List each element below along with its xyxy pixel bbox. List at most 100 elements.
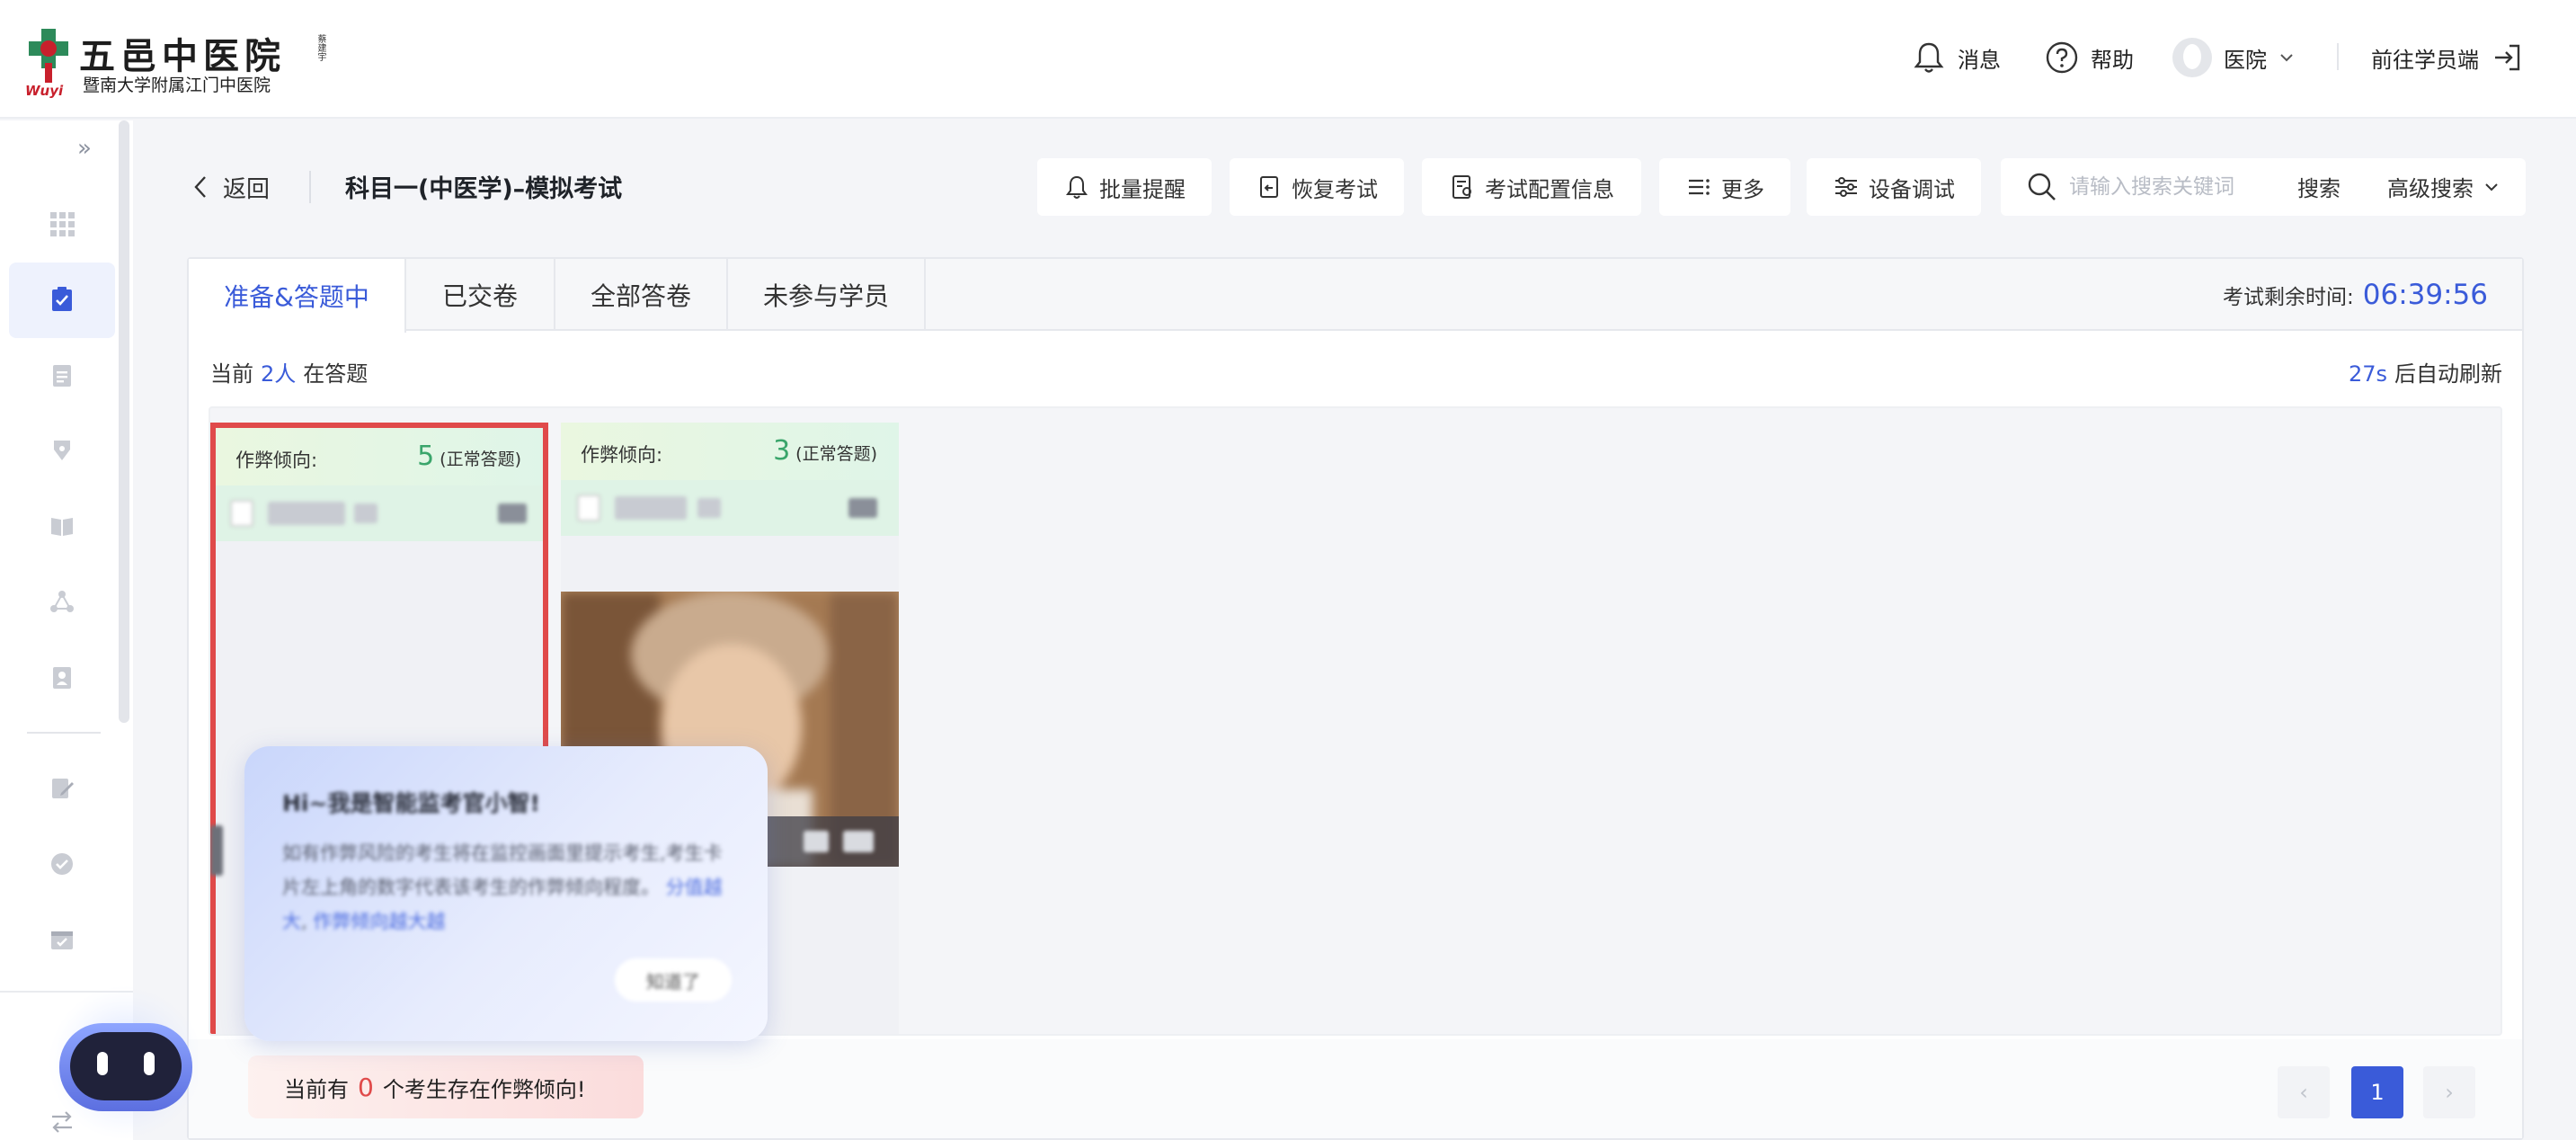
help-label: 帮助 — [2091, 47, 2134, 73]
chevron-down-icon — [2485, 183, 2498, 191]
camera-icon[interactable] — [848, 498, 877, 518]
logo-subtitle: 暨南大学附属江门中医院 — [83, 76, 271, 95]
cheat-score-value: 5 — [417, 441, 435, 472]
card-student-row — [216, 485, 543, 541]
status-suffix: 在答题 — [303, 361, 369, 387]
bottom-bar: 当前有 0 个考生存在作弊倾向! ‹ 1 › — [189, 1039, 2522, 1138]
sidebar-expand-icon[interactable]: » — [77, 135, 92, 162]
go-student-label: 前往学员端 — [2371, 47, 2479, 73]
status-count: 2人 — [261, 361, 297, 387]
tab-in-progress[interactable]: 准备&答题中 — [189, 259, 406, 333]
restore-icon — [1260, 176, 1278, 198]
top-header: 五邑中医院 暨南大学附属江门中医院 Wuyi 蔡建宇 消息 帮助 医院 前往学员… — [0, 0, 2576, 119]
search-icon — [2028, 173, 2056, 200]
tab-bar: 准备&答题中 已交卷 全部答卷 未参与学员 考试剩余时间: 06:39:56 — [189, 259, 2522, 333]
back-button[interactable]: 返回 — [191, 167, 270, 207]
sidebar-item-calendar[interactable] — [47, 924, 77, 955]
sidebar-scrollbar[interactable] — [119, 120, 129, 723]
chevron-left-icon — [194, 176, 206, 198]
tip-body: 如有作弊风险的考生将在监控画面里提示考生,考生卡片左上角的数字代表该考生的作弊倾… — [282, 842, 723, 898]
cheat-score: 3 (正常答题) — [773, 435, 877, 467]
advanced-search-label: 高级搜索 — [2387, 176, 2474, 201]
sidebar-item-papers[interactable] — [47, 360, 77, 390]
tip-link-tendency[interactable]: 作弊倾向越大越 — [313, 911, 445, 932]
avatar — [2172, 38, 2212, 77]
refresh-suffix: 后自动刷新 — [2394, 361, 2502, 387]
tip-got-it-button[interactable]: 知道了 — [615, 958, 732, 1002]
cheat-score-note: (正常答题) — [795, 444, 877, 464]
card-checkbox[interactable] — [577, 494, 600, 521]
batch-remind-button[interactable]: 批量提醒 — [1037, 158, 1212, 216]
answering-status: 当前 2人 在答题 — [210, 356, 368, 387]
sidebar-item-exam[interactable] — [47, 284, 77, 315]
sidebar-item-person-card[interactable] — [47, 662, 77, 692]
remaining-time-value: 06:39:56 — [2362, 279, 2488, 311]
remaining-time: 考试剩余时间: 06:39:56 — [2223, 279, 2488, 311]
user-menu[interactable]: 医院 — [2172, 36, 2296, 79]
student-name-blurred — [268, 502, 345, 525]
sidebar-item-verified[interactable] — [47, 849, 77, 879]
exam-config-button[interactable]: 考试配置信息 — [1422, 158, 1641, 216]
chevron-down-icon — [2280, 54, 2293, 62]
device-debug-button[interactable]: 设备调试 — [1807, 158, 1981, 216]
search-input[interactable] — [2069, 171, 2276, 203]
assistant-robot-icon[interactable] — [36, 980, 198, 1140]
card-checkbox[interactable] — [230, 500, 253, 527]
video-control-icon[interactable] — [843, 831, 874, 852]
logo-seal: 蔡建宇 — [315, 34, 325, 61]
calendar-check-icon — [51, 931, 73, 949]
grid-icon — [50, 212, 75, 236]
student-tag-blurred — [697, 498, 721, 518]
logo-cross-icon — [29, 29, 68, 83]
help-link[interactable]: 帮助 — [2044, 36, 2134, 79]
search-button[interactable]: 搜索 — [2297, 171, 2341, 202]
card-student-row — [561, 480, 899, 536]
go-student-link[interactable]: 前往学员端 — [2371, 36, 2522, 79]
auto-refresh: 27s 后自动刷新 — [2349, 356, 2502, 387]
cheat-tendency-label: 作弊倾向: — [581, 444, 663, 466]
pager-prev-button[interactable]: ‹ — [2278, 1066, 2330, 1118]
hospital-logo[interactable]: 五邑中医院 暨南大学附属江门中医院 Wuyi 蔡建宇 — [25, 23, 331, 99]
exam-config-label: 考试配置信息 — [1485, 176, 1614, 202]
tip-title: Hi~我是智能监考官小智! — [282, 790, 540, 816]
exam-title: 科目一(中医学)–模拟考试 — [345, 175, 623, 203]
assistant-tip-popup: Hi~我是智能监考官小智! 如有作弊风险的考生将在监控画面里提示考生,考生卡片左… — [244, 746, 768, 1041]
student-tag-blurred — [354, 503, 378, 523]
cheat-score: 5 (正常答题) — [417, 441, 521, 472]
refresh-seconds: 27s — [2348, 361, 2387, 387]
sidebar-item-edit[interactable] — [47, 773, 77, 804]
tip-text: 如有作弊风险的考生将在监控画面里提示考生,考生卡片左上角的数字代表该考生的作弊倾… — [282, 842, 723, 932]
sidebar-item-apps[interactable] — [47, 209, 77, 239]
messages-link[interactable]: 消息 — [1911, 36, 2001, 79]
camera-icon[interactable] — [498, 503, 527, 523]
more-label: 更多 — [1721, 176, 1764, 202]
sidebar-item-book[interactable] — [47, 511, 77, 541]
id-card-icon — [53, 667, 71, 689]
exit-icon — [2495, 44, 2520, 71]
cheat-tendency-label: 作弊倾向: — [235, 450, 318, 471]
sidebar-item-pen[interactable] — [47, 435, 77, 466]
cheat-note-prefix: 当前有 — [284, 1076, 349, 1102]
bell-icon — [1914, 42, 1944, 73]
list-icon — [1689, 179, 1710, 195]
cheat-score-value: 3 — [773, 435, 791, 467]
pager-next-button[interactable]: › — [2423, 1066, 2475, 1118]
sidebar-separator — [27, 732, 101, 734]
sidebar-item-share[interactable] — [47, 586, 77, 617]
student-name-blurred — [615, 496, 687, 520]
pager-page-1[interactable]: 1 — [2351, 1066, 2403, 1118]
cheat-note-count: 0 — [358, 1072, 374, 1102]
remaining-time-label: 考试剩余时间: — [2223, 286, 2354, 309]
video-control-icon[interactable] — [804, 831, 829, 852]
advanced-search-dropdown[interactable]: 高级搜索 — [2387, 171, 2500, 202]
toolbar-divider — [309, 171, 311, 203]
tab-absent-students[interactable]: 未参与学员 — [728, 259, 926, 331]
more-button[interactable]: 更多 — [1659, 158, 1790, 216]
tab-all-papers[interactable]: 全部答卷 — [555, 259, 728, 331]
batch-remind-label: 批量提醒 — [1099, 176, 1186, 202]
cheat-score-note: (正常答题) — [440, 450, 521, 469]
restore-exam-button[interactable]: 恢复考试 — [1230, 158, 1404, 216]
cheat-warning-note: 当前有 0 个考生存在作弊倾向! — [248, 1055, 644, 1118]
tab-submitted[interactable]: 已交卷 — [406, 259, 555, 331]
help-icon — [2046, 41, 2078, 74]
